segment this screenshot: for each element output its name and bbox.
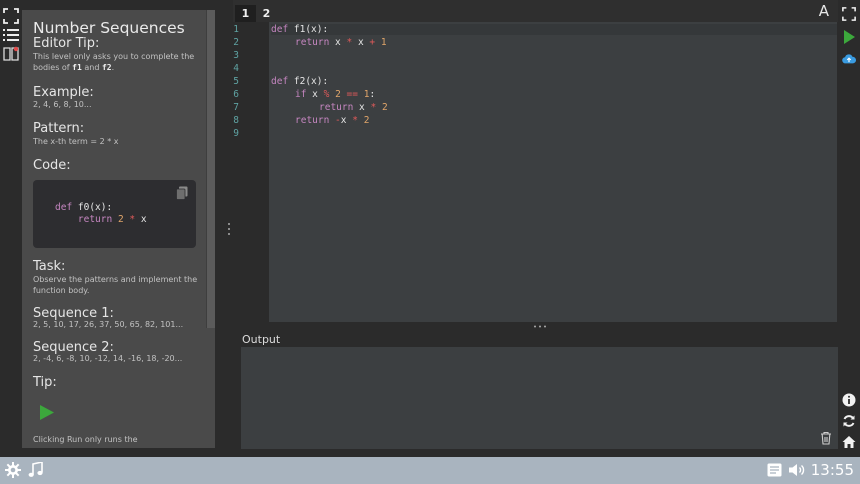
code-editor[interactable]: def f1(x): return x * x + 1 def f2(x): i… <box>269 22 837 322</box>
editor-tip-text: This level only asks you to complete the… <box>33 52 195 72</box>
pattern-heading: Pattern: <box>33 121 85 136</box>
book-icon[interactable] <box>3 46 19 62</box>
code-line: def f1(x): <box>271 24 837 35</box>
line-number: 6 <box>233 89 239 100</box>
code-line: return x * 2 <box>319 102 388 113</box>
fullscreen-icon[interactable] <box>3 8 19 24</box>
instructions-panel: Number Sequences Editor Tip: This level … <box>22 10 215 448</box>
tab-1[interactable]: 1 <box>235 5 256 22</box>
task-text: Observe the patterns and implement the f… <box>33 275 198 295</box>
code-heading: Code: <box>33 158 71 173</box>
panel-scrollbar[interactable] <box>206 10 215 328</box>
clock: 13:55 <box>810 461 854 479</box>
code-line: return x * x + 1 <box>295 37 387 48</box>
example-text: 2, 4, 6, 8, 10... <box>33 100 92 109</box>
code-line: return -x * 2 <box>295 115 370 126</box>
tab-2[interactable]: 2 <box>256 5 277 22</box>
cloud-upload-icon[interactable] <box>842 52 856 66</box>
sequence1-text: 2, 5, 10, 17, 26, 37, 50, 65, 82, 101... <box>33 320 184 329</box>
trash-icon[interactable] <box>820 431 832 445</box>
volume-icon[interactable] <box>789 463 805 477</box>
example-code-block: def f0(x): return 2 * x <box>33 180 196 248</box>
notes-icon[interactable] <box>767 463 782 477</box>
example-code: def f0(x): return 2 * x <box>55 202 147 225</box>
line-number: 3 <box>233 50 239 61</box>
left-toolbar <box>0 0 22 457</box>
line-number: 4 <box>233 63 239 74</box>
line-number: 9 <box>233 128 239 139</box>
play-icon <box>40 405 54 420</box>
line-number: 1 <box>233 24 239 35</box>
copy-icon[interactable] <box>176 186 188 200</box>
output-console <box>241 347 838 449</box>
bottom-status-bar: 13:55 <box>0 457 860 484</box>
tip-heading: Tip: <box>33 375 57 390</box>
code-line: def f2(x): <box>271 76 329 87</box>
level-title: Number Sequences <box>33 19 185 37</box>
list-icon[interactable] <box>3 27 19 43</box>
line-number: 5 <box>233 76 239 87</box>
output-resize-handle[interactable] <box>533 324 547 329</box>
output-label: Output <box>242 333 281 346</box>
sequence2-text: 2, -4, 6, -8, 10, -12, 14, -16, 18, -20.… <box>33 354 183 363</box>
code-line: if x % 2 == 1: <box>295 89 376 100</box>
line-number: 2 <box>233 37 239 48</box>
pattern-text: The x-th term = 2 * x <box>33 137 119 146</box>
editor-tab-bar: 1 2 A <box>233 0 838 22</box>
home-icon[interactable] <box>842 435 856 449</box>
line-number: 8 <box>233 115 239 126</box>
tip-text: Clicking Run only runs the <box>33 435 138 444</box>
fullscreen-icon[interactable] <box>842 7 856 21</box>
line-number-gutter: 1 2 3 4 5 6 7 8 9 <box>233 22 269 322</box>
info-icon[interactable] <box>842 393 856 407</box>
line-number: 7 <box>233 102 239 113</box>
panel-resize-handle[interactable] <box>226 222 232 236</box>
font-size-button[interactable]: A <box>819 2 829 20</box>
settings-gear-icon[interactable] <box>5 462 21 478</box>
restart-icon[interactable] <box>842 414 856 428</box>
task-heading: Task: <box>33 259 66 274</box>
editor-tip-heading: Editor Tip: <box>33 36 100 51</box>
music-icon[interactable] <box>28 462 43 478</box>
run-icon[interactable] <box>842 30 856 44</box>
